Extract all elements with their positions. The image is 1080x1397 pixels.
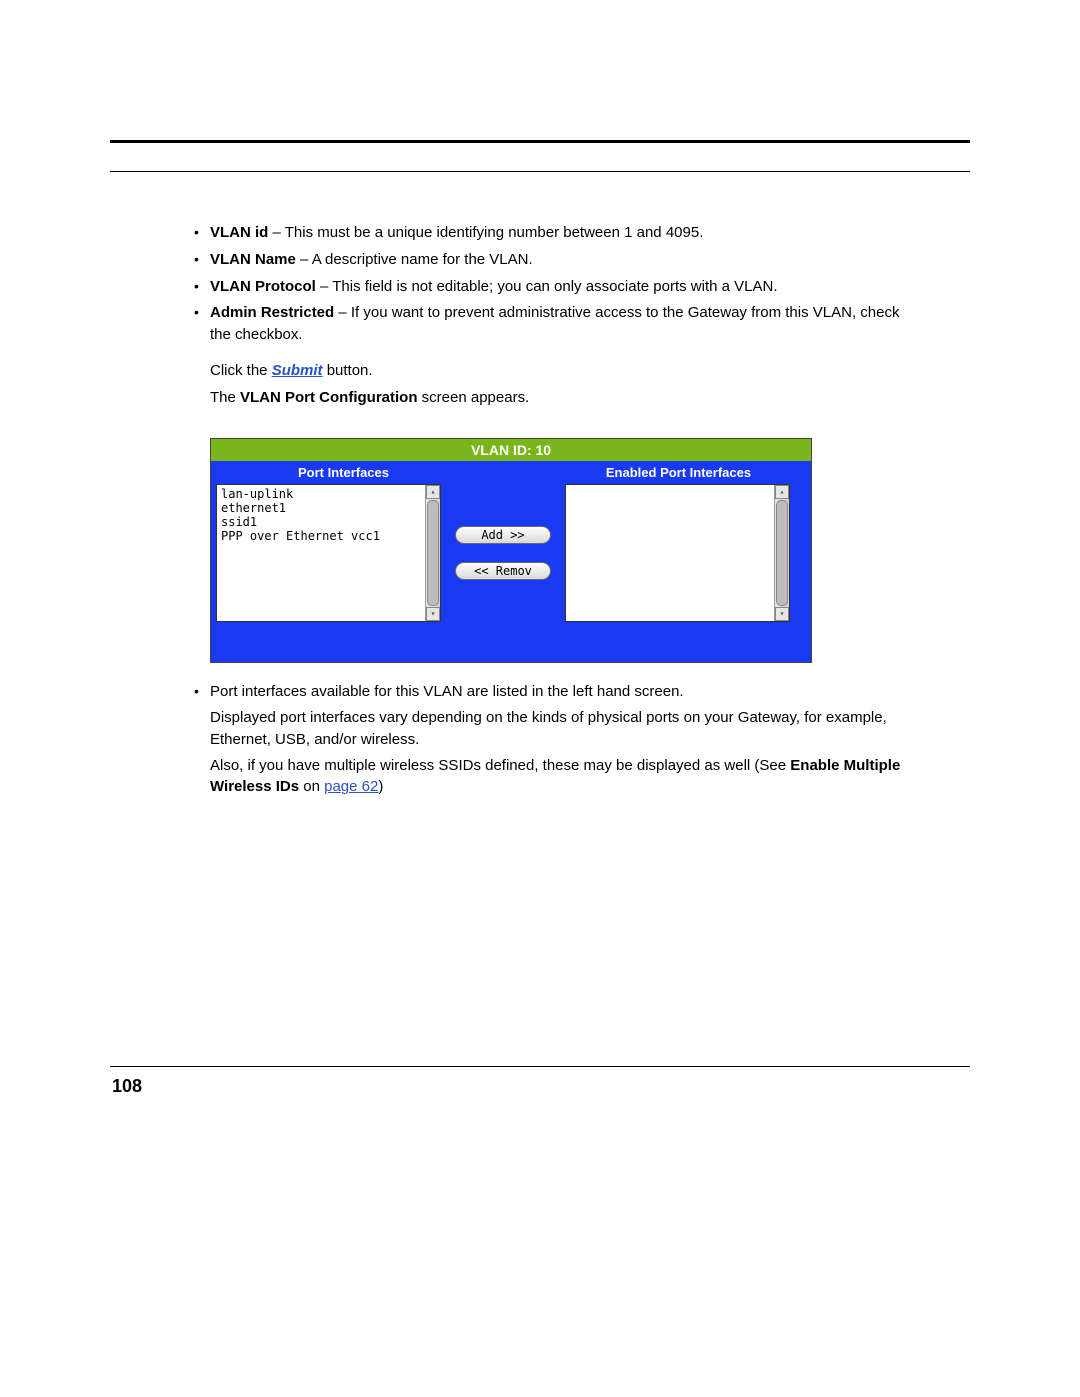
scroll-up-icon[interactable]: ▴ xyxy=(426,485,440,499)
label: Admin Restricted xyxy=(210,304,334,321)
scroll-down-icon[interactable]: ▾ xyxy=(775,607,789,621)
body-content: VLAN id – This must be a unique identify… xyxy=(110,222,970,798)
port-interfaces-header: Port Interfaces xyxy=(211,461,546,484)
thin-rule-bottom xyxy=(110,1066,970,1067)
bullet-port-interfaces-note: Port interfaces available for this VLAN … xyxy=(188,681,920,798)
bullet-vlan-name: VLAN Name – A descriptive name for the V… xyxy=(188,249,920,271)
click-the: Click the xyxy=(210,362,272,379)
panel-title: VLAN ID: 10 xyxy=(211,439,811,461)
scroll-down-icon[interactable]: ▾ xyxy=(426,607,440,621)
scrollbar[interactable]: ▴ ▾ xyxy=(425,485,440,621)
page-number: 108 xyxy=(112,1076,142,1097)
text: – This field is not editable; you can on… xyxy=(316,278,778,295)
enabled-ports-listbox[interactable]: ▴ ▾ xyxy=(565,484,790,622)
bullet-vlan-protocol: VLAN Protocol – This field is not editab… xyxy=(188,276,920,298)
text: – This must be a unique identifying numb… xyxy=(268,224,703,241)
list-item[interactable]: lan-uplink xyxy=(221,487,436,501)
list-item[interactable]: ethernet1 xyxy=(221,501,436,515)
screen-appears-line: The VLAN Port Configuration screen appea… xyxy=(210,387,920,409)
bullet-vlan-id: VLAN id – This must be a unique identify… xyxy=(188,222,920,244)
enabled-port-interfaces-header: Enabled Port Interfaces xyxy=(546,461,811,484)
bullet-admin-restricted: Admin Restricted – If you want to preven… xyxy=(188,302,920,346)
panel-column-headers: Port Interfaces Enabled Port Interfaces xyxy=(211,461,811,484)
thin-rule-top xyxy=(110,171,970,172)
scroll-thumb[interactable] xyxy=(776,500,788,606)
list-item[interactable]: ssid1 xyxy=(221,515,436,529)
click-submit-line: Click the Submit button. The VLAN Port C… xyxy=(188,360,920,409)
add-button[interactable]: Add >> xyxy=(455,526,551,544)
para-physical-ports: Displayed port interfaces vary depending… xyxy=(210,707,920,751)
scroll-up-icon[interactable]: ▴ xyxy=(775,485,789,499)
transfer-buttons: Add >> << Remov xyxy=(441,484,565,580)
notes-list: Port interfaces available for this VLAN … xyxy=(188,681,920,798)
button-suffix: button. xyxy=(323,362,373,379)
available-ports-listbox[interactable]: lan-uplink ethernet1 ssid1 PPP over Ethe… xyxy=(216,484,441,622)
text: – A descriptive name for the VLAN. xyxy=(296,251,533,268)
page-62-link[interactable]: page 62 xyxy=(324,778,378,795)
vlan-port-config-panel: VLAN ID: 10 Port Interfaces Enabled Port… xyxy=(210,438,812,663)
scrollbar[interactable]: ▴ ▾ xyxy=(774,485,789,621)
label: VLAN Protocol xyxy=(210,278,316,295)
label: VLAN Name xyxy=(210,251,296,268)
label: VLAN id xyxy=(210,224,268,241)
para-ssids: Also, if you have multiple wireless SSID… xyxy=(210,755,920,799)
list-item[interactable]: PPP over Ethernet vcc1 xyxy=(221,529,436,543)
scroll-thumb[interactable] xyxy=(427,500,439,606)
field-definitions: VLAN id – This must be a unique identify… xyxy=(188,222,920,346)
heavy-rule xyxy=(110,140,970,143)
submit-link[interactable]: Submit xyxy=(272,362,323,379)
remove-button[interactable]: << Remov xyxy=(455,562,551,580)
